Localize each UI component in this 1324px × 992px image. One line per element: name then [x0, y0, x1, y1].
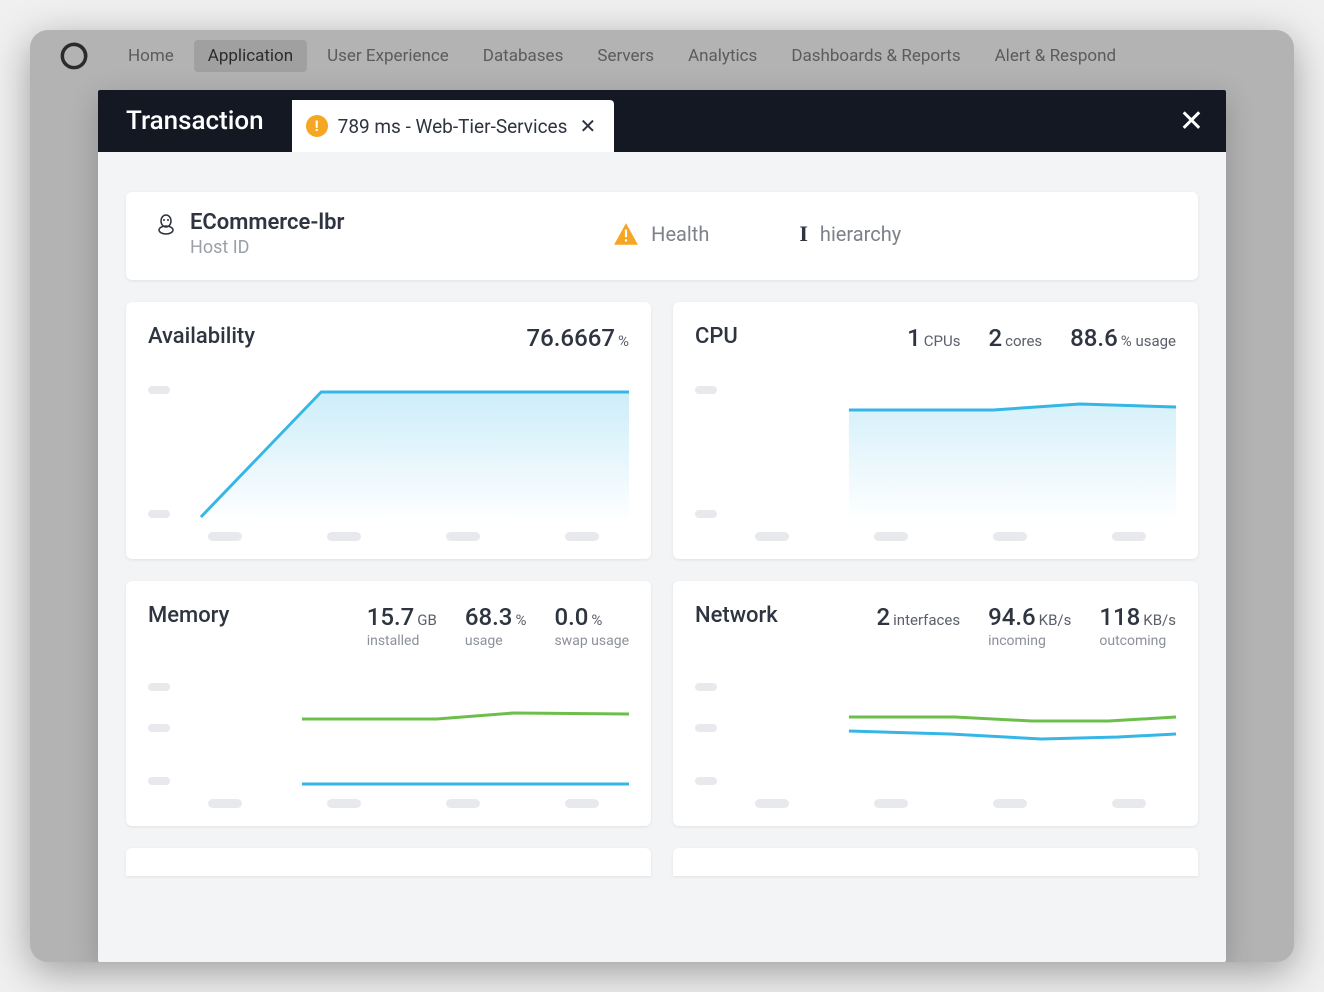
y-tick-skeleton — [148, 724, 170, 732]
memory-swap-sub: swap usage — [554, 633, 629, 649]
host-id-label: Host ID — [190, 237, 344, 258]
memory-usage-unit: % — [515, 611, 526, 629]
app-logo-icon — [60, 42, 88, 70]
x-tick-skeleton — [446, 799, 480, 808]
x-tick-skeleton — [565, 532, 599, 541]
availability-value: 76.6667 — [526, 324, 615, 352]
cpu-count-unit: CPUs — [924, 332, 961, 350]
network-chart — [695, 679, 1176, 789]
nav-alert-respond[interactable]: Alert & Respond — [981, 40, 1130, 72]
cpu-cores-unit: cores — [1005, 332, 1042, 350]
card-cpu: CPU 1CPUs 2cores 88.6% usage — [673, 302, 1198, 559]
nav-user-experience[interactable]: User Experience — [313, 40, 463, 72]
tab-close-button[interactable]: ✕ — [579, 114, 596, 138]
modal-header: Transaction ! 789 ms - Web-Tier-Services… — [98, 90, 1226, 152]
warning-circle-icon: ! — [306, 115, 328, 137]
nav-home[interactable]: Home — [114, 40, 188, 72]
linux-icon — [154, 212, 178, 236]
x-tick-skeleton — [993, 532, 1027, 541]
transaction-tab[interactable]: ! 789 ms - Web-Tier-Services ✕ — [292, 100, 615, 152]
x-tick-skeleton — [208, 532, 242, 541]
modal-body: ECommerce-lbr Host ID Health I hierarchy — [98, 152, 1226, 962]
network-interfaces: 2 — [877, 603, 891, 631]
health-indicator[interactable]: Health — [613, 221, 709, 247]
network-incoming: 94.6 — [988, 603, 1036, 631]
y-tick-skeleton — [148, 510, 170, 518]
card-title-availability: Availability — [148, 324, 255, 349]
nav-application[interactable]: Application — [194, 40, 307, 72]
memory-installed-sub: installed — [367, 633, 420, 649]
network-incoming-sub: incoming — [988, 633, 1046, 649]
network-outcoming: 118 — [1099, 603, 1140, 631]
network-outcoming-sub: outcoming — [1099, 633, 1166, 649]
modal-title: Transaction — [98, 106, 292, 136]
card-title-memory: Memory — [148, 603, 229, 628]
y-tick-skeleton — [695, 777, 717, 785]
hierarchy-indicator[interactable]: I hierarchy — [799, 221, 901, 247]
cpu-usage-unit: % usage — [1121, 332, 1176, 350]
warning-triangle-icon — [613, 222, 639, 246]
host-name: ECommerce-lbr — [190, 210, 344, 235]
availability-chart — [148, 382, 629, 522]
x-tick-skeleton — [1112, 532, 1146, 541]
app-window: Home Application User Experience Databas… — [30, 30, 1294, 962]
y-tick-skeleton — [148, 777, 170, 785]
cpu-chart — [695, 382, 1176, 522]
availability-unit: % — [618, 332, 629, 350]
x-tick-skeleton — [755, 532, 789, 541]
top-nav: Home Application User Experience Databas… — [30, 30, 1294, 82]
cpu-cores: 2 — [988, 324, 1002, 352]
tab-label: 789 ms - Web-Tier-Services — [338, 115, 568, 138]
host-summary-card: ECommerce-lbr Host ID Health I hierarchy — [126, 192, 1198, 280]
card-title-network: Network — [695, 603, 778, 628]
hierarchy-icon: I — [799, 221, 808, 247]
cpu-usage: 88.6 — [1070, 324, 1118, 352]
card-peek — [673, 848, 1198, 876]
x-tick-skeleton — [755, 799, 789, 808]
card-title-cpu: CPU — [695, 324, 738, 349]
memory-usage: 68.3 — [465, 603, 513, 631]
network-outcoming-unit: KB/s — [1143, 611, 1176, 629]
network-incoming-unit: KB/s — [1039, 611, 1072, 629]
health-label: Health — [651, 222, 709, 246]
card-memory: Memory 15.7GB installed 68.3% usage — [126, 581, 651, 826]
nav-dashboards[interactable]: Dashboards & Reports — [777, 40, 974, 72]
nav-analytics[interactable]: Analytics — [674, 40, 771, 72]
x-tick-skeleton — [565, 799, 599, 808]
memory-chart — [148, 679, 629, 789]
network-interfaces-unit: interfaces — [893, 611, 960, 629]
memory-swap: 0.0 — [554, 603, 588, 631]
y-tick-skeleton — [695, 386, 717, 394]
x-tick-skeleton — [993, 799, 1027, 808]
x-tick-skeleton — [874, 799, 908, 808]
cpu-count: 1 — [907, 324, 921, 352]
transaction-modal: Transaction ! 789 ms - Web-Tier-Services… — [98, 90, 1226, 962]
memory-installed: 15.7 — [367, 603, 415, 631]
x-tick-skeleton — [1112, 799, 1146, 808]
card-network: Network 2interfaces 94.6KB/s incoming 11… — [673, 581, 1198, 826]
hierarchy-label: hierarchy — [820, 222, 901, 246]
nav-databases[interactable]: Databases — [469, 40, 578, 72]
y-tick-skeleton — [148, 683, 170, 691]
x-tick-skeleton — [327, 799, 361, 808]
y-tick-skeleton — [695, 510, 717, 518]
x-tick-skeleton — [446, 532, 480, 541]
x-tick-skeleton — [208, 799, 242, 808]
x-tick-skeleton — [327, 532, 361, 541]
nav-servers[interactable]: Servers — [583, 40, 668, 72]
y-tick-skeleton — [695, 724, 717, 732]
y-tick-skeleton — [695, 683, 717, 691]
memory-swap-unit: % — [591, 611, 602, 629]
memory-usage-sub: usage — [465, 633, 503, 649]
modal-close-button[interactable]: ✕ — [1179, 104, 1204, 139]
y-tick-skeleton — [148, 386, 170, 394]
memory-installed-unit: GB — [417, 611, 437, 629]
x-tick-skeleton — [874, 532, 908, 541]
card-peek — [126, 848, 651, 876]
card-availability: Availability 76.6667% — [126, 302, 651, 559]
